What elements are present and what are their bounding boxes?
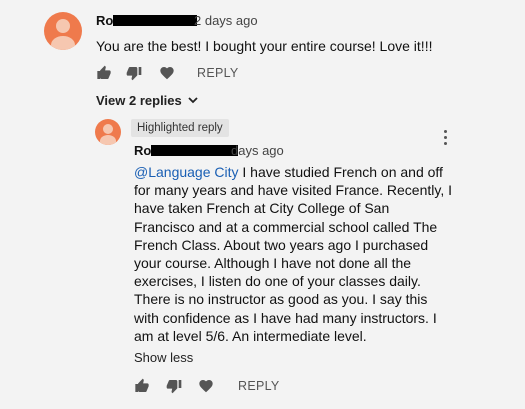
comment-author-visible: Ro xyxy=(96,13,114,28)
avatar[interactable] xyxy=(44,12,82,50)
reply-timestamp[interactable]: days ago xyxy=(231,143,284,158)
dislike-icon[interactable] xyxy=(126,65,142,81)
avatar-body xyxy=(100,135,116,145)
reply-author[interactable]: Ro xyxy=(134,143,239,158)
reply-button[interactable]: REPLY xyxy=(197,66,239,80)
reply-line: @Language City I have studied French on … xyxy=(134,164,443,180)
reply-line: for many years and have visited France. … xyxy=(134,182,452,199)
show-less-button[interactable]: Show less xyxy=(134,350,193,365)
comment-text: You are the best! I bought your entire c… xyxy=(96,38,433,54)
view-replies-label: View 2 replies xyxy=(96,93,182,108)
reply-line: There is no instructor as good as you. I… xyxy=(134,291,428,308)
heart-icon[interactable] xyxy=(198,378,214,394)
reply-line: am at level 5/6. An intermediate level. xyxy=(134,327,367,344)
reply-line: have taken French at City College of San xyxy=(134,200,390,217)
avatar-head xyxy=(56,19,70,33)
reply-line: with confidence as I have had many instr… xyxy=(134,309,437,326)
comment-actions: REPLY xyxy=(96,65,239,81)
reply-actions: REPLY xyxy=(134,378,280,394)
reply-line: exercises, I listen do one of your class… xyxy=(134,273,421,290)
comment-author[interactable]: Ro xyxy=(96,13,198,28)
comment-timestamp[interactable]: 2 days ago xyxy=(194,13,258,28)
view-replies-toggle[interactable]: View 2 replies xyxy=(96,93,198,108)
avatar-body xyxy=(51,36,75,50)
more-vert-icon[interactable] xyxy=(444,130,448,148)
mention-link[interactable]: @Language City xyxy=(134,164,239,180)
highlighted-reply-badge: Highlighted reply xyxy=(131,119,229,137)
reply-avatar[interactable] xyxy=(95,119,121,145)
like-icon[interactable] xyxy=(134,378,150,394)
reply-author-visible: Ro xyxy=(134,143,152,158)
author-redaction xyxy=(113,15,198,26)
reply-text: @Language City I have studied French on … xyxy=(134,163,452,345)
reply-line: Francisco and at a commercial school cal… xyxy=(134,218,438,235)
avatar-head xyxy=(103,124,113,134)
reply-button[interactable]: REPLY xyxy=(238,379,280,393)
like-icon[interactable] xyxy=(96,65,112,81)
reply-line: your course. Although I have not done al… xyxy=(134,255,412,272)
reply-line: French Class. About two years ago I purc… xyxy=(134,236,429,253)
heart-icon[interactable] xyxy=(159,65,175,81)
author-redaction xyxy=(151,145,239,156)
chevron-down-icon xyxy=(188,97,198,104)
dislike-icon[interactable] xyxy=(166,378,182,394)
